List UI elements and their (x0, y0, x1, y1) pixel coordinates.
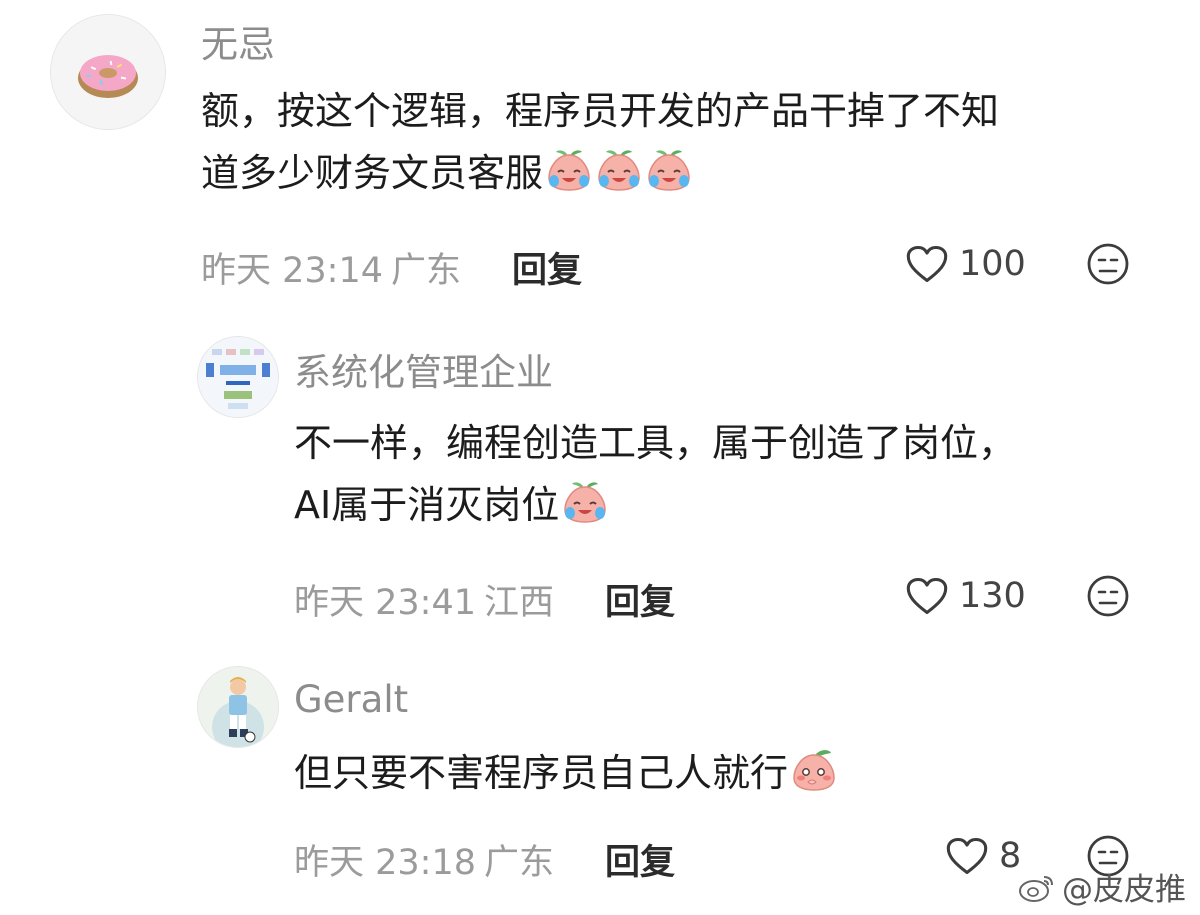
reply-button[interactable]: 回复 (605, 834, 675, 885)
watermark: @皮皮推 (1018, 864, 1186, 909)
comment-time: 昨天 23:41 (294, 583, 476, 623)
comment-meta: 昨天 23:41 江西 (294, 574, 554, 625)
comment-meta: 昨天 23:14 广东 (201, 242, 461, 293)
diagram-avatar[interactable] (197, 336, 279, 418)
like-button[interactable]: 130 (905, 574, 1026, 618)
comment-text-line: AI属于消灭岗位 (294, 483, 560, 527)
donut-avatar[interactable] (50, 14, 166, 130)
comment-username[interactable]: Geralt (294, 678, 408, 721)
comment-time: 昨天 23:18 (294, 843, 476, 883)
heart-icon (945, 836, 989, 876)
comment-time: 昨天 23:14 (201, 251, 383, 291)
comment-text-line-with-emoji: 道多少财务文员客服 (201, 142, 999, 204)
meh-face-icon[interactable] (1086, 574, 1130, 618)
comment-text-line-with-emoji: 但只要不害程序员自己人就行 (294, 742, 838, 804)
comment-item: 系统化管理企业 不一样，编程创造工具，属于创造了岗位， AI属于消灭岗位 昨天 … (0, 320, 1200, 640)
watermark-text: @皮皮推 (1062, 872, 1186, 908)
soccer-player-avatar[interactable] (197, 666, 279, 748)
heart-icon (905, 244, 949, 284)
reply-button[interactable]: 回复 (605, 574, 675, 625)
comment-location: 广东 (391, 251, 462, 291)
crying-peach-emoji (561, 480, 609, 524)
comment-text: 额，按这个逻辑，程序员开发的产品干掉了不知 道多少财务文员客服 (201, 80, 999, 204)
like-button[interactable]: 100 (905, 242, 1026, 286)
comment-username[interactable]: 无忌 (201, 14, 275, 68)
comment-username[interactable]: 系统化管理企业 (294, 342, 553, 396)
blushing-peach-emoji (790, 748, 838, 792)
heart-icon (905, 576, 949, 616)
comment-text-line: 但只要不害程序员自己人就行 (294, 751, 789, 795)
crying-peach-emoji (545, 148, 593, 192)
meh-face-icon[interactable] (1086, 242, 1130, 286)
comment-text-line: 不一样，编程创造工具，属于创造了岗位， (294, 421, 1017, 465)
comment-text-line: 额，按这个逻辑，程序员开发的产品干掉了不知 (201, 89, 1000, 133)
comment-text-line: 道多少财务文员客服 (201, 151, 544, 195)
reply-button[interactable]: 回复 (512, 242, 582, 293)
like-count: 130 (959, 576, 1026, 616)
comment-meta: 昨天 23:18 广东 (294, 834, 554, 885)
comment-text: 不一样，编程创造工具，属于创造了岗位， AI属于消灭岗位 (294, 412, 1016, 536)
like-count: 100 (959, 244, 1026, 284)
weibo-logo-icon (1019, 875, 1053, 902)
comment-location: 广东 (484, 843, 555, 883)
comment-item: 无忌 额，按这个逻辑，程序员开发的产品干掉了不知 道多少财务文员客服 昨天 23… (0, 0, 1200, 300)
comment-text: 但只要不害程序员自己人就行 (294, 742, 838, 804)
comment-text-line-with-emoji: AI属于消灭岗位 (294, 474, 1016, 536)
comment-location: 江西 (484, 583, 555, 623)
crying-peach-emoji (595, 148, 643, 192)
like-button[interactable]: 8 (945, 834, 1021, 878)
crying-peach-emoji (645, 148, 693, 192)
